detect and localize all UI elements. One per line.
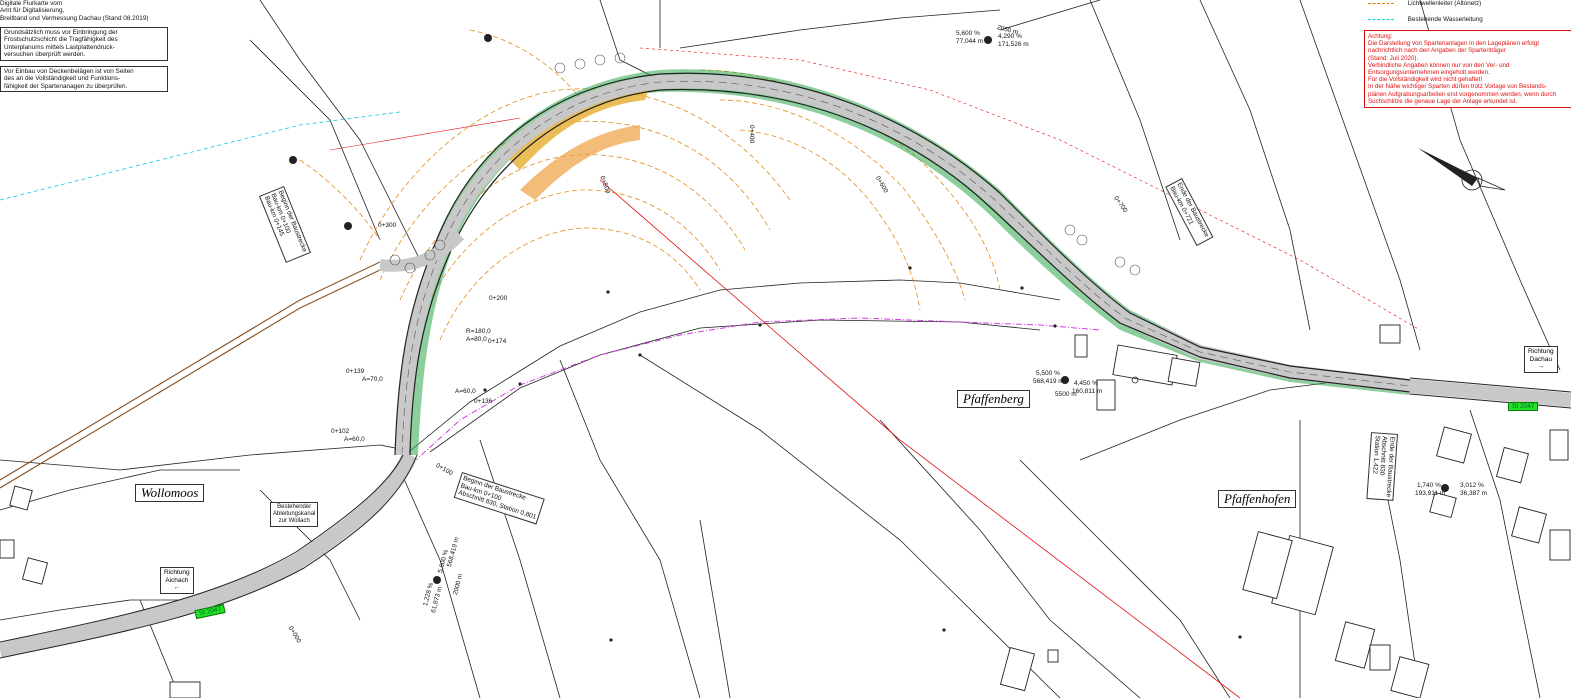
- frost-note-line: Frostschutzschicht die Tragfähigkeit des: [4, 36, 118, 44]
- warning-line: Entsorgungsunternehmen eingeholt werden.: [1368, 69, 1490, 77]
- legend-item-fiber: Lichtwellenleiter (Altonetz): [1368, 0, 1481, 7]
- arrow-left-icon: ←: [173, 584, 181, 591]
- direction-label: Aichach: [165, 576, 189, 584]
- source-line: Breitband und Vermessung Dachau (Stand 0…: [0, 14, 149, 22]
- curve-param: R=180,0: [466, 328, 491, 335]
- arrow-right-icon: →: [1537, 363, 1545, 370]
- warning-line: In der Nähe wichtiger Sparten dürfen tro…: [1368, 83, 1547, 91]
- source-note: Digitale Flurkarte vom Amt für Digitalis…: [0, 0, 149, 22]
- slope-label: 193,911 m: [1415, 490, 1446, 497]
- curve-param: A=60,0: [455, 388, 476, 395]
- drain-line: zur Wollach: [278, 518, 310, 524]
- ceiling-note: Vor Einbau von Deckenbelägen ist von Sei…: [0, 66, 168, 93]
- station-label: 0+200: [489, 295, 508, 302]
- end-construction-annotation-east: Ende der Baustrecke Abschnitt 830 Statio…: [1366, 432, 1398, 501]
- warning-line: plänen Aufgrabungsarbeiten erst vorgenom…: [1368, 90, 1557, 98]
- slope-label: 1,740 %: [1417, 482, 1441, 489]
- curve-param: A=70,0: [362, 376, 383, 383]
- ceiling-note-line: des an die Vollständigkeit und Funktions…: [4, 75, 121, 83]
- map-canvas[interactable]: [0, 0, 1571, 698]
- source-line: Amt für Digitalisierung,: [0, 7, 65, 15]
- station-label: 0+102: [331, 428, 350, 435]
- curve-param: A=80,0: [466, 336, 487, 343]
- place-name-pfaffenhofen[interactable]: Pfaffenhofen: [1218, 490, 1297, 508]
- fiber-line-swatch: [1368, 2, 1394, 4]
- curve-param: 0+136: [474, 398, 493, 405]
- warning-line: Suchschlitze die genaue Lage der Anlage …: [1368, 97, 1518, 105]
- ceiling-note-line: fähigkeit der Spartenanagen zu überprüfe…: [4, 82, 128, 90]
- slope-label: 4,450 %: [1074, 380, 1098, 387]
- curve-param: A=60,0: [344, 436, 365, 443]
- station-label: 0+300: [378, 222, 397, 229]
- slope-label: 171,526 m: [998, 41, 1029, 48]
- legend-item-water: Bestehende Wasserleitung: [1368, 16, 1483, 23]
- direction-sign-dachau: Richtung Dachau →: [1524, 346, 1558, 373]
- road-label-st2047-east: St 2047: [1508, 402, 1539, 411]
- drain-line: Ableitungskanal: [273, 511, 316, 517]
- curve-param: 0+174: [488, 338, 507, 345]
- slope-label: 568,419 m: [1033, 378, 1064, 385]
- frost-note-line: Unterplanums mittels Lastplattendruck-: [4, 43, 115, 51]
- station-label: 0+139: [346, 368, 365, 375]
- direction-label: Richtung: [1528, 348, 1554, 355]
- frost-note-line: versuchen überprüft werden.: [4, 51, 86, 59]
- warning-line: Für die Vollständigkeit wird nicht gehaf…: [1368, 76, 1483, 84]
- place-name-wollomoos[interactable]: Wollomoos: [135, 484, 205, 502]
- slope-label: 4,290 %: [998, 33, 1022, 40]
- slope-label: 5,500 %: [1036, 370, 1060, 377]
- slope-label: 36,387 m: [1460, 490, 1488, 497]
- warning-line: nachrichtlich nach den Angaben der Spart…: [1368, 47, 1506, 55]
- ceiling-note-line: Vor Einbau von Deckenbelägen ist von Sei…: [4, 68, 134, 75]
- station-label: 0+400: [748, 125, 755, 144]
- slope-label: 160,811 m: [1072, 388, 1103, 395]
- legend-label: Bestehende Wasserleitung: [1407, 16, 1483, 23]
- slope-label: 5,600 %: [956, 30, 980, 37]
- legend-label: Lichtwellenleiter (Altonetz): [1407, 0, 1482, 7]
- drain-line: Bestehender: [277, 504, 312, 510]
- frost-note: Grundsätzlich muss vor Einbringung der F…: [0, 27, 168, 61]
- warning-title: Achtung:: [1368, 33, 1393, 40]
- slope-label: 3,012 %: [1460, 482, 1484, 489]
- frost-note-line: Grundsätzlich muss vor Einbringung der: [4, 29, 118, 36]
- direction-sign-aichach: Richtung Aichach ←: [160, 567, 194, 594]
- warning-box: Achtung: Die Darstellung von Spartenanla…: [1364, 30, 1571, 109]
- warning-line: (Stand: Juli 2020).: [1368, 54, 1419, 62]
- warning-line: Die Darstellung von Spartenanlagen in de…: [1368, 40, 1539, 48]
- source-line: Digitale Flurkarte vom: [0, 0, 63, 7]
- water-line-swatch: [1368, 18, 1394, 20]
- place-name-pfaffenberg[interactable]: Pfaffenberg: [957, 390, 1030, 408]
- direction-label: Dachau: [1529, 355, 1553, 363]
- warning-line: Verbindliche Angaben können nur von den …: [1368, 61, 1510, 69]
- drain-annotation: Bestehender Ableitungskanal zur Wollach: [270, 502, 319, 527]
- slope-label: 77,044 m: [956, 38, 984, 45]
- direction-label: Richtung: [164, 569, 190, 576]
